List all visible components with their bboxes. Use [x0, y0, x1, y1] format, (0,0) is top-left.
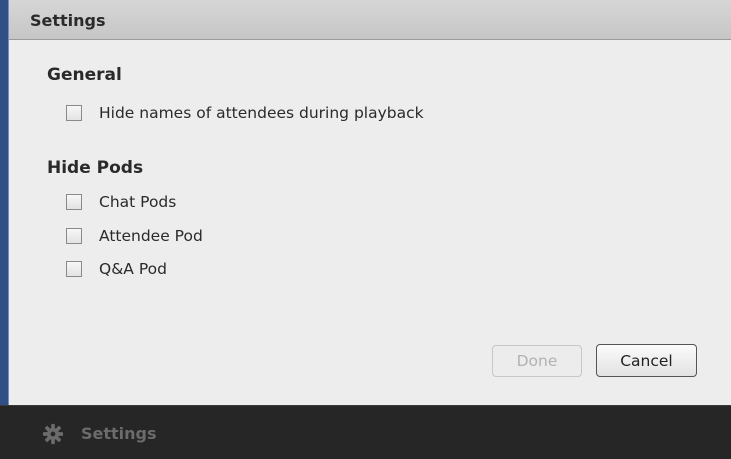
chat-pods-label: Chat Pods — [99, 193, 177, 211]
chat-pods-option[interactable]: Chat Pods — [66, 192, 176, 212]
qa-pod-option[interactable]: Q&A Pod — [66, 259, 167, 279]
dialog-title: Settings — [30, 11, 106, 30]
hide-attendee-names-checkbox[interactable] — [66, 105, 82, 121]
left-accent-bar — [0, 0, 9, 405]
settings-dialog: Settings General Hide names of attendees… — [9, 0, 731, 405]
attendee-pod-label: Attendee Pod — [99, 227, 203, 245]
hide-attendee-names-label: Hide names of attendees during playback — [99, 104, 424, 122]
cancel-button[interactable]: Cancel — [596, 344, 697, 377]
attendee-pod-option[interactable]: Attendee Pod — [66, 226, 203, 246]
gear-icon — [42, 423, 64, 445]
dialog-titlebar: Settings — [9, 0, 731, 40]
hide-pods-heading: Hide Pods — [47, 158, 144, 178]
attendee-pod-checkbox[interactable] — [66, 228, 82, 244]
general-heading: General — [47, 65, 122, 85]
qa-pod-label: Q&A Pod — [99, 260, 167, 278]
settings-window: Settings General Hide names of attendees… — [0, 0, 731, 459]
done-button[interactable]: Done — [492, 345, 582, 377]
bottom-toolbar: Settings — [0, 405, 731, 459]
chat-pods-checkbox[interactable] — [66, 194, 82, 210]
qa-pod-checkbox[interactable] — [66, 261, 82, 277]
bottom-settings-label[interactable]: Settings — [81, 424, 157, 444]
hide-attendee-names-option[interactable]: Hide names of attendees during playback — [66, 103, 424, 123]
